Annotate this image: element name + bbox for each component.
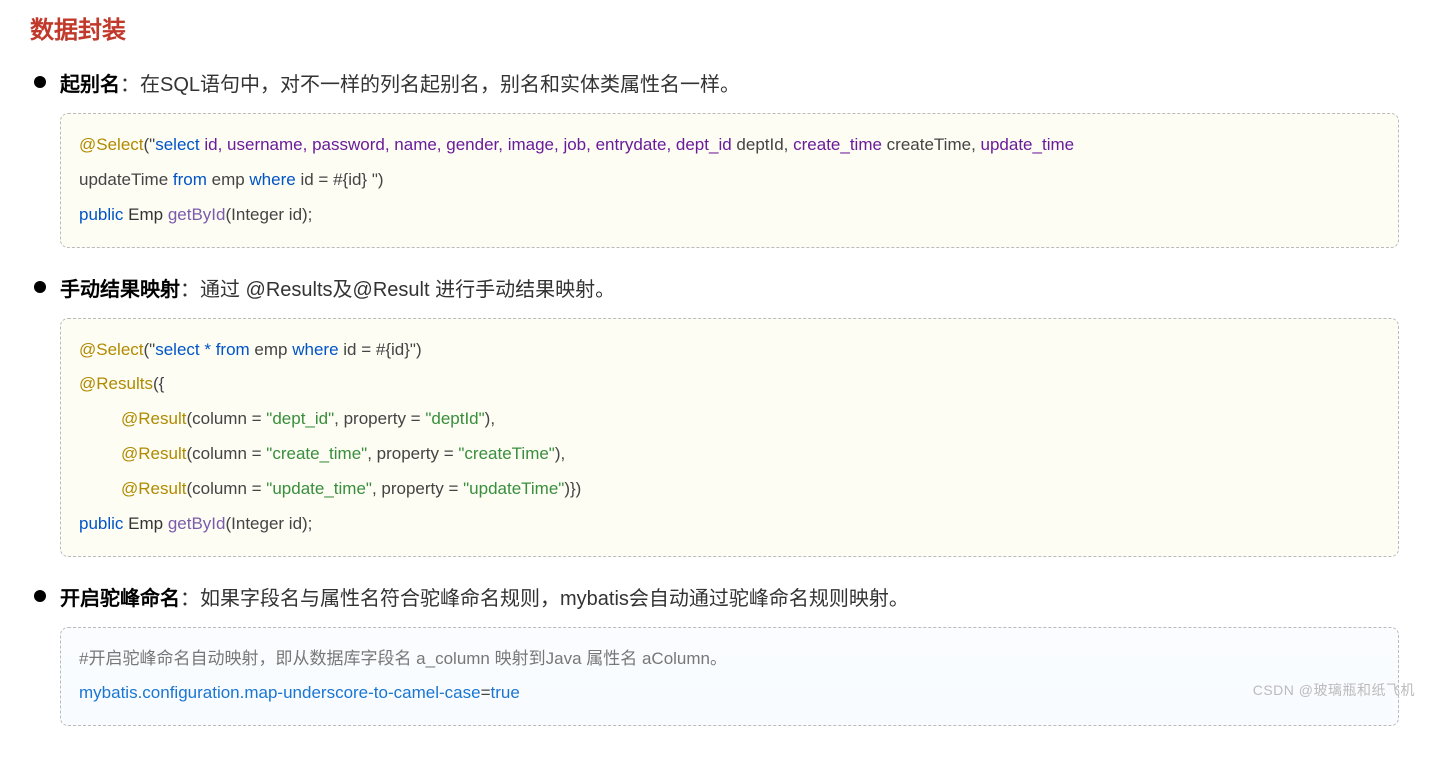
section-head: 手动结果映射：通过 @Results及@Result 进行手动结果映射。 [60, 274, 1399, 306]
code-text: updateTime [79, 170, 173, 189]
section-head: 起别名：在SQL语句中，对不一样的列名起别名，别名和实体类属性名一样。 [60, 69, 1399, 101]
section-desc: ：在SQL语句中，对不一样的列名起别名，别名和实体类属性名一样。 [120, 74, 740, 96]
code-line: @Result(column = "dept_id", property = "… [79, 402, 1380, 437]
code-text: (column = [186, 479, 266, 498]
keyword: select * from [155, 340, 254, 359]
code-text: = [481, 683, 491, 702]
code-line: @Select("select id, username, password, … [79, 128, 1380, 163]
string-literal: "createTime" [458, 444, 554, 463]
code-line: public Emp getById(Integer id); [79, 507, 1380, 542]
section-label: 手动结果映射 [60, 279, 180, 301]
section-head: 开启驼峰命名：如果字段名与属性名符合驼峰命名规则，mybatis会自动通过驼峰命… [60, 583, 1399, 615]
code-text: , property = [334, 409, 425, 428]
code-text: (" [144, 340, 156, 359]
code-text: , property = [367, 444, 458, 463]
code-text: , property = [372, 479, 463, 498]
code-text: (Integer id); [225, 205, 312, 224]
code-text: create_time [793, 135, 887, 154]
section-alias: 起别名：在SQL语句中，对不一样的列名起别名，别名和实体类属性名一样。 @Sel… [30, 69, 1399, 248]
code-text: )}) [564, 479, 581, 498]
code-line: public Emp getById(Integer id); [79, 198, 1380, 233]
keyword: select [155, 135, 204, 154]
code-line: @Result(column = "create_time", property… [79, 437, 1380, 472]
code-text: = [318, 170, 333, 189]
annotation: @Select [79, 340, 144, 359]
code-line: #开启驼峰命名自动映射，即从数据库字段名 a_column 映射到Java 属性… [79, 642, 1380, 677]
section-results: 手动结果映射：通过 @Results及@Result 进行手动结果映射。 @Se… [30, 274, 1399, 557]
code-text: (Integer id); [225, 514, 312, 533]
string-literal: "deptId" [425, 409, 484, 428]
code-line: @Select("select * from emp where id = #{… [79, 333, 1380, 368]
annotation: @Result [121, 409, 186, 428]
code-line: mybatis.configuration.map-underscore-to-… [79, 676, 1380, 711]
code-text: id [343, 340, 361, 359]
code-text: ), [485, 409, 495, 428]
section-camelcase: 开启驼峰命名：如果字段名与属性名符合驼峰命名规则，mybatis会自动通过驼峰命… [30, 583, 1399, 727]
string-literal: "create_time" [266, 444, 367, 463]
page-title: 数据封装 [30, 10, 1399, 45]
code-line: @Results({ [79, 367, 1380, 402]
code-block-alias: @Select("select id, username, password, … [60, 113, 1399, 248]
code-text: emp [212, 170, 250, 189]
section-desc: ：通过 @Results及@Result 进行手动结果映射。 [180, 279, 615, 301]
string-literal: "dept_id" [266, 409, 334, 428]
keyword: where [249, 170, 300, 189]
code-text: update_time [981, 135, 1075, 154]
annotation: @Results [79, 374, 153, 393]
code-text: emp [254, 340, 292, 359]
code-text: Emp [128, 205, 168, 224]
annotation: @Result [121, 444, 186, 463]
code-text: createTime, [887, 135, 981, 154]
code-text: id, username, password, name, gender, im… [204, 135, 736, 154]
annotation: @Result [121, 479, 186, 498]
code-text: (" [144, 135, 156, 154]
code-text: (column = [186, 444, 266, 463]
config-value: true [491, 683, 520, 702]
code-text: deptId, [736, 135, 793, 154]
keyword: where [292, 340, 343, 359]
keyword: public [79, 205, 128, 224]
keyword: from [173, 170, 212, 189]
code-text: ({ [153, 374, 164, 393]
code-block-results: @Select("select * from emp where id = #{… [60, 318, 1399, 557]
code-text: id [300, 170, 318, 189]
code-text: ), [555, 444, 565, 463]
code-text: #{id} [376, 340, 410, 359]
section-label: 起别名 [60, 74, 120, 96]
config-key: mybatis.configuration.map-underscore-to-… [79, 683, 481, 702]
section-list: 起别名：在SQL语句中，对不一样的列名起别名，别名和实体类属性名一样。 @Sel… [30, 69, 1399, 726]
code-block-config: #开启驼峰命名自动映射，即从数据库字段名 a_column 映射到Java 属性… [60, 627, 1399, 727]
code-text: ") [410, 340, 422, 359]
comment: #开启驼峰命名自动映射，即从数据库字段名 a_column 映射到Java 属性… [79, 649, 727, 668]
method-name: getById [168, 205, 226, 224]
code-text: ") [372, 170, 384, 189]
string-literal: "update_time" [266, 479, 372, 498]
code-line: @Result(column = "update_time", property… [79, 472, 1380, 507]
string-literal: "updateTime" [463, 479, 564, 498]
keyword: public [79, 514, 128, 533]
code-line: updateTime from emp where id = #{id} ") [79, 163, 1380, 198]
code-text: Emp [128, 514, 168, 533]
annotation: @Select [79, 135, 144, 154]
code-text: (column = [186, 409, 266, 428]
method-name: getById [168, 514, 226, 533]
section-desc: ：如果字段名与属性名符合驼峰命名规则，mybatis会自动通过驼峰命名规则映射。 [180, 588, 909, 610]
section-label: 开启驼峰命名 [60, 588, 180, 610]
code-text: = [361, 340, 376, 359]
code-text: #{id} [333, 170, 372, 189]
